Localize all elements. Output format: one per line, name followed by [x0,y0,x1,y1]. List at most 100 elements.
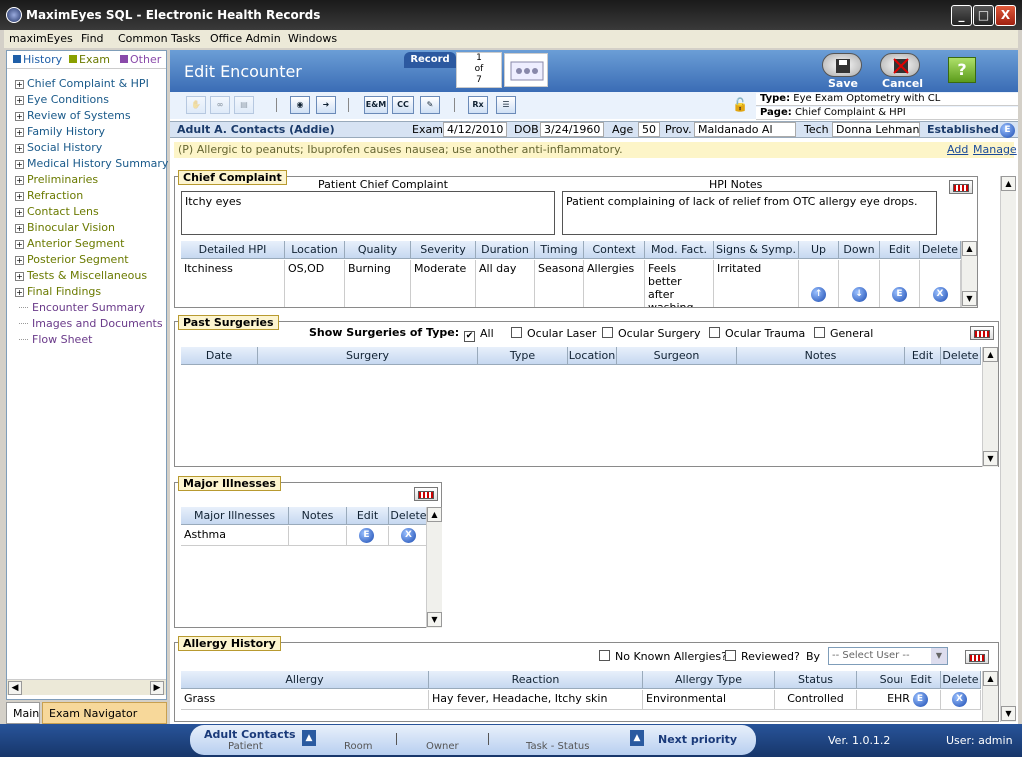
status-patient-name[interactable]: Adult Contacts [204,728,296,741]
hpi-notes-field[interactable]: Patient complaining of lack of relief fr… [562,191,937,235]
expand-plus-icon[interactable]: + [15,256,24,265]
save-icon[interactable] [822,53,862,77]
scroll-up-icon[interactable]: ▲ [1001,176,1016,191]
em-button[interactable]: E&M [364,96,388,114]
up-arrow-icon[interactable]: ↑ [811,287,826,302]
cancel-button[interactable]: Cancel [882,77,923,90]
edit-circle-icon[interactable]: E [912,692,928,707]
tree-item[interactable]: + Medical History Summary [15,157,168,170]
scroll-down-icon[interactable]: ▼ [1001,706,1016,721]
menu-office-admin[interactable]: Office Admin [210,32,281,45]
expand-plus-icon[interactable]: + [15,224,24,233]
chief-complaint-expand-icon[interactable] [949,180,973,194]
surgeries-expand-icon[interactable] [970,326,994,340]
expand-plus-icon[interactable]: + [15,240,24,249]
surgeries-scrollbar[interactable]: ▲ ▼ [982,347,998,467]
copy-icon[interactable]: ▤ [234,96,254,114]
tree-item[interactable]: + Chief Complaint & HPI [15,77,149,90]
scroll-up-icon[interactable]: ▲ [983,671,998,686]
tab-exam-navigator[interactable]: Exam Navigator [42,702,167,724]
hpi-scrollbar[interactable]: ▲ ▼ [961,241,977,307]
illness-notes-cell[interactable] [289,526,347,546]
expand-plus-icon[interactable]: + [15,208,24,217]
orders-icon[interactable]: ☰ [496,96,516,114]
patient-task-bar[interactable]: Adult Contacts Patient ▲ Room Owner Task… [190,725,756,755]
delete-x-icon[interactable]: X [932,287,948,302]
save-button[interactable]: Save [828,77,858,90]
hpi-cell[interactable]: Itchiness [181,260,285,307]
expand-plus-icon[interactable]: + [15,160,24,169]
tree-item[interactable]: + Eye Conditions [15,93,109,106]
expand-plus-icon[interactable]: + [15,176,24,185]
delete-x-icon[interactable]: X [401,528,416,543]
menu-find[interactable]: Find [81,32,104,45]
illness-cell[interactable]: Asthma [181,526,289,546]
hpi-cell[interactable]: All day [476,260,535,307]
scroll-up-icon[interactable]: ▲ [427,507,442,522]
menu-common-tasks[interactable]: Common Tasks [118,32,201,45]
filter-ocular-laser-checkbox[interactable] [511,327,522,338]
edit-patient-icon[interactable]: E [1000,123,1015,138]
tab-main[interactable]: Main [6,702,40,724]
rx-button[interactable]: Rx [468,96,488,114]
hpi-cell[interactable]: Moderate [411,260,476,307]
close-button[interactable]: X [995,5,1016,26]
reviewed[interactable]: Reviewed? [725,650,800,663]
filter-ocular-trauma[interactable]: Ocular Trauma [709,327,805,340]
hpi-cell[interactable]: Irritated [714,260,799,307]
scroll-down-icon[interactable]: ▼ [427,612,442,627]
edit-circle-icon[interactable]: E [892,287,907,302]
down-arrow-icon[interactable]: ↓ [851,287,867,302]
filter-all-checkbox[interactable]: ✔ [464,331,475,342]
add-alert-link[interactable]: Add [947,142,968,158]
expand-plus-icon[interactable]: + [15,144,24,153]
tree-item[interactable]: Images and Documents [19,317,163,330]
up-arrow-icon[interactable]: ▲ [302,730,316,746]
scroll-left-icon[interactable]: ◀ [8,681,22,695]
pcc-field[interactable]: Itchy eyes [181,191,555,235]
record-preview-icon[interactable] [504,53,548,87]
tree-item[interactable]: + Final Findings [15,285,101,298]
cc-button[interactable]: CC [392,96,414,114]
tree-item[interactable]: + Social History [15,141,102,154]
cancel-icon[interactable] [880,53,920,77]
hand-icon[interactable]: ✋ [186,96,206,114]
manage-alert-link[interactable]: Manage [973,142,1017,158]
tree-item[interactable]: + Posterior Segment [15,253,129,266]
tree-item[interactable]: + Preliminaries [15,173,98,186]
tree-item[interactable]: + Anterior Segment [15,237,124,250]
allergy-expand-icon[interactable] [965,650,989,664]
tree-item[interactable]: Encounter Summary [19,301,145,314]
eye-icon[interactable]: ◉ [290,96,310,114]
illnesses-scrollbar[interactable]: ▲ ▼ [426,507,442,628]
left-horizontal-scrollbar[interactable]: ◀ ▶ [7,679,166,695]
patient-name[interactable]: Adult A. Contacts (Addie) [177,123,335,136]
expand-plus-icon[interactable]: + [15,80,24,89]
tree-item[interactable]: + Refraction [15,189,83,202]
up-arrow-icon[interactable]: ▲ [630,730,644,746]
allergy-cell[interactable]: Grass [181,690,429,710]
main-scrollbar[interactable]: ▲ ▼ [1000,176,1016,722]
export-icon[interactable]: ➜ [316,96,336,114]
allergy-cell[interactable]: Hay fever, Headache, Itchy skin [429,690,643,710]
select-user-dropdown[interactable]: -- Select User -- ▼ [828,647,948,665]
filter-general-checkbox[interactable] [814,327,825,338]
hpi-cell[interactable]: OS,OD [285,260,345,307]
expand-plus-icon[interactable]: + [15,192,24,201]
allergy-cell[interactable]: Controlled [775,690,857,710]
hpi-cell[interactable]: Feels better after washing with cold [645,260,714,307]
filter-ocular-surgery-checkbox[interactable] [602,327,613,338]
tree-item[interactable]: + Contact Lens [15,205,99,218]
menu-maximeyes[interactable]: maximEyes [9,32,73,45]
chevron-down-icon[interactable]: ▼ [931,648,947,664]
expand-plus-icon[interactable]: + [15,128,24,137]
hpi-cell[interactable]: Burning [345,260,411,307]
scroll-up-icon[interactable]: ▲ [962,241,977,256]
scroll-up-icon[interactable]: ▲ [983,347,998,362]
tree-item[interactable]: Flow Sheet [19,333,92,346]
minimize-button[interactable]: _ [951,5,972,26]
help-button[interactable]: ? [948,57,976,83]
nka-checkbox[interactable] [599,650,610,661]
record-counter[interactable]: 1 of 7 [456,52,502,88]
filter-ocular-laser[interactable]: Ocular Laser [511,327,596,340]
